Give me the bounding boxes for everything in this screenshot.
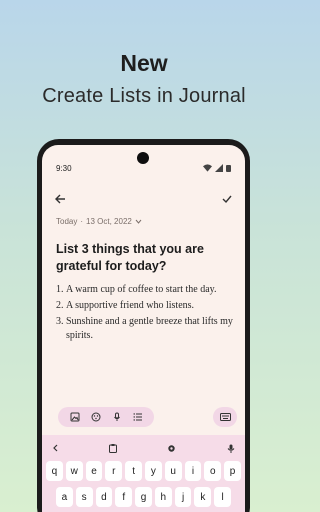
date-prefix: Today — [56, 217, 78, 226]
key-r[interactable]: r — [105, 461, 123, 481]
key-t[interactable]: t — [125, 461, 142, 481]
key-q[interactable]: q — [46, 461, 63, 481]
key-l[interactable]: l — [214, 487, 232, 507]
list-item[interactable]: 3. Sunshine and a gentle breeze that lif… — [56, 315, 235, 343]
list-item-text: A supportive friend who listens. — [66, 300, 195, 311]
keyboard-suggestion-bar — [52, 441, 235, 455]
gratitude-list[interactable]: 1. A warm cup of coffee to start the day… — [56, 283, 235, 345]
key-d[interactable]: d — [95, 487, 113, 507]
list-item-text: Sunshine and a gentle breeze that lifts … — [66, 316, 233, 341]
soft-keyboard: q w e r t y u i o p a s d f g h j k l — [42, 435, 245, 512]
promo-subline: Create Lists in Journal — [42, 85, 246, 107]
promo-headline: New — [120, 50, 168, 76]
date-separator: · — [80, 217, 84, 226]
key-s[interactable]: s — [75, 487, 93, 507]
status-icons — [203, 164, 231, 172]
list-item-number: 3. — [56, 316, 64, 327]
image-icon[interactable] — [70, 412, 80, 422]
key-w[interactable]: w — [65, 461, 83, 481]
check-icon[interactable] — [221, 193, 233, 205]
list-item[interactable]: 1. A warm cup of coffee to start the day… — [56, 283, 235, 297]
list-icon[interactable] — [133, 412, 143, 422]
signal-icon — [215, 164, 223, 172]
keyboard-toggle-button[interactable] — [213, 407, 237, 427]
key-j[interactable]: j — [174, 487, 192, 507]
voice-input-icon[interactable] — [227, 444, 235, 453]
keyboard-row-2: a s d f g h j k l — [56, 487, 232, 507]
chevron-left-icon[interactable] — [52, 444, 58, 452]
key-u[interactable]: u — [164, 461, 182, 481]
journal-prompt: List 3 things that you are grateful for … — [56, 242, 204, 273]
list-item-number: 2. — [56, 300, 64, 311]
keyboard-row-1: q w e r t y u i o p — [46, 461, 241, 481]
phone-screen: 9:30 Today · 13 Oct, 2022 List 3 things … — [42, 145, 245, 512]
key-e[interactable]: e — [85, 461, 103, 481]
formatting-toolbar — [58, 407, 154, 427]
clipboard-icon[interactable] — [108, 443, 117, 453]
key-k[interactable]: k — [194, 487, 212, 507]
key-i[interactable]: i — [184, 461, 202, 481]
app-bar — [54, 191, 233, 207]
key-y[interactable]: y — [144, 461, 162, 481]
key-g[interactable]: g — [135, 487, 152, 507]
back-arrow-icon[interactable] — [54, 193, 66, 205]
entry-date: 13 Oct, 2022 — [86, 217, 132, 226]
battery-icon — [226, 165, 231, 172]
palette-icon[interactable] — [91, 412, 101, 422]
mic-icon[interactable] — [112, 412, 122, 422]
status-bar: 9:30 — [56, 162, 231, 174]
chevron-down-icon — [135, 219, 142, 224]
list-item-text: A warm cup of coffee to start the day. — [66, 284, 217, 295]
settings-gear-icon[interactable] — [167, 444, 176, 453]
keyboard-icon — [219, 412, 231, 422]
wifi-icon — [203, 164, 212, 172]
key-f[interactable]: f — [115, 487, 133, 507]
key-p[interactable]: p — [224, 461, 241, 481]
status-time: 9:30 — [56, 163, 72, 173]
list-item[interactable]: 2. A supportive friend who listens. — [56, 299, 235, 313]
list-item-number: 1. — [56, 284, 64, 295]
key-a[interactable]: a — [56, 487, 73, 507]
phone-frame: 9:30 Today · 13 Oct, 2022 List 3 things … — [37, 139, 250, 512]
key-h[interactable]: h — [154, 487, 172, 507]
key-o[interactable]: o — [204, 461, 222, 481]
entry-date-selector[interactable]: Today · 13 Oct, 2022 — [56, 217, 142, 226]
